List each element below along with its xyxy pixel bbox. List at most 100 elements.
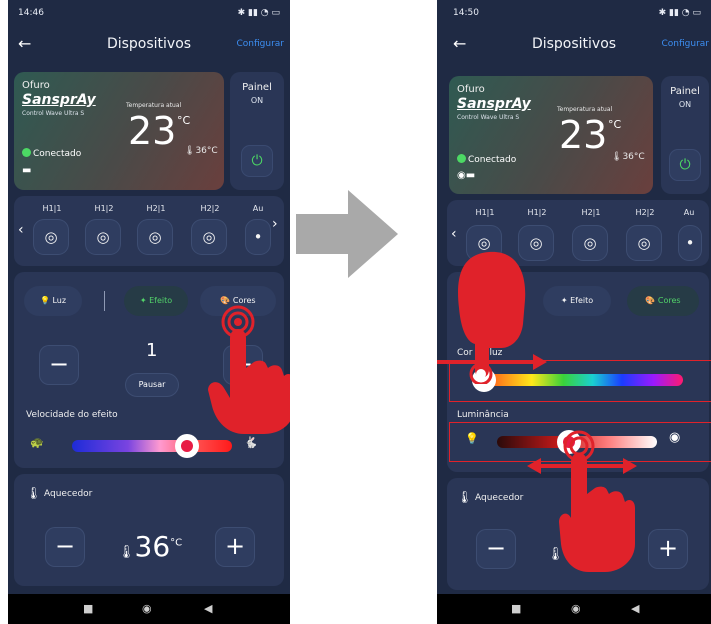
effect-label: Efeito xyxy=(149,296,173,305)
configure-link[interactable]: Configurar xyxy=(662,39,710,49)
mode-button-h2-1[interactable]: ◎ xyxy=(138,220,172,254)
heater-increase-button[interactable]: + xyxy=(216,528,254,566)
panel-label: Painel xyxy=(242,82,272,93)
connected-dot-icon xyxy=(457,154,466,163)
wifi-bathtub-icon: ◉▬ xyxy=(457,170,476,181)
home-icon[interactable]: ◉ xyxy=(142,602,152,615)
heater-label: Aquecedor xyxy=(44,489,93,499)
current-temperature: 23 xyxy=(128,109,177,153)
mode-button-h1-1[interactable]: ◎ xyxy=(34,220,68,254)
mode-label: Au xyxy=(683,208,695,217)
scroll-left-chevron-icon[interactable]: ‹ xyxy=(451,226,457,242)
android-nav-bar: ■ ◉ ◀ xyxy=(8,594,290,624)
pause-button[interactable]: Pausar xyxy=(126,374,178,396)
home-icon[interactable]: ◉ xyxy=(571,602,581,615)
status-icons: ✱ ▮▮ ◔ ▭ xyxy=(237,8,280,18)
mode-button-h1-2[interactable]: ◎ xyxy=(86,220,120,254)
effect-speed-label: Velocidade do efeito xyxy=(26,410,118,420)
effect-speed-slider[interactable] xyxy=(72,440,232,452)
thermometer-icon: 🌡 xyxy=(118,545,135,560)
connected-dot-icon xyxy=(22,148,31,157)
tap-hand-icon xyxy=(208,305,290,434)
device-name: Ofuro xyxy=(457,84,485,95)
connection-status: Conectado xyxy=(22,148,81,159)
status-icons: ✱ ▮▮ ◔ ▭ xyxy=(658,8,701,18)
mode-button-auto[interactable]: • xyxy=(679,226,701,260)
mode-label: H1|1 xyxy=(475,208,495,217)
phone-screen-before: 14:46 ✱ ▮▮ ◔ ▭ ← Dispositivos Configurar… xyxy=(8,0,290,624)
device-card[interactable]: Ofuro SansprAy Control Wave Ultra S Temp… xyxy=(449,76,653,194)
mode-button-h2-1[interactable]: ◎ xyxy=(573,226,607,260)
temperature-label: Temperatura atual xyxy=(126,102,182,109)
swipe-arrow-lower-icon xyxy=(527,458,637,474)
panel-state: ON xyxy=(678,100,692,109)
device-model: Control Wave Ultra S xyxy=(457,114,520,121)
effect-button[interactable]: ✦ Efeito xyxy=(543,286,611,316)
mode-label: H1|2 xyxy=(527,208,547,217)
decrease-button[interactable]: − xyxy=(40,346,78,384)
colors-button[interactable]: 🎨 Cores xyxy=(627,286,699,316)
heater-label: Aquecedor xyxy=(475,493,524,503)
recents-icon[interactable]: ■ xyxy=(511,602,521,615)
power-button[interactable]: ⏻ xyxy=(670,150,700,180)
mode-label: H2|2 xyxy=(635,208,655,217)
light-button[interactable]: 💡 Luz xyxy=(24,286,82,316)
status-time: 14:50 xyxy=(453,8,479,18)
panel-card: Painel ON ⏻ xyxy=(661,76,709,194)
massage-modes-card: H1|1 H1|2 H2|1 H2|2 Au ‹ ◎ ◎ ◎ ◎ • › xyxy=(14,196,284,266)
panel-card: Painel ON ⏻ xyxy=(230,72,284,190)
wave-icon: ◎ xyxy=(202,228,216,246)
top-bar: ← Dispositivos Configurar xyxy=(8,30,290,60)
brand-logo: SansprAy xyxy=(457,96,531,112)
heater-increase-button[interactable]: + xyxy=(649,530,687,568)
light-label: Luz xyxy=(52,296,67,305)
scroll-left-chevron-icon[interactable]: ‹ xyxy=(18,222,24,238)
lightbulb-icon: 💡 xyxy=(39,296,50,305)
heater-number: 36 xyxy=(134,530,171,563)
temperature-unit: °C xyxy=(177,114,191,127)
mode-label: H1|1 xyxy=(42,204,62,213)
top-bar: ← Dispositivos Configurar xyxy=(437,30,711,60)
device-name: Ofuro xyxy=(22,80,50,91)
thermometer-icon: 🌡 xyxy=(457,490,473,504)
effect-counter: 1 xyxy=(146,340,158,361)
panel-label: Painel xyxy=(670,86,700,97)
rabbit-icon: 🐇 xyxy=(244,436,258,449)
thermometer-icon: 🌡 xyxy=(26,486,42,500)
effect-button[interactable]: ✦ Efeito xyxy=(124,286,188,316)
scroll-right-chevron-icon[interactable]: › xyxy=(272,216,278,232)
temperature-unit: °C xyxy=(608,118,622,131)
bathtub-icon: ▬ xyxy=(22,165,32,176)
mode-button-h2-2[interactable]: ◎ xyxy=(192,220,226,254)
mode-label: Au xyxy=(252,204,264,213)
wave-icon: ◎ xyxy=(583,234,597,252)
sparkle-icon: ✦ xyxy=(560,296,568,305)
connection-label: Conectado xyxy=(33,149,82,159)
android-nav-bar: ■ ◉ ◀ xyxy=(437,594,711,624)
setpoint-temperature: 🌡36°C xyxy=(611,152,645,162)
mode-label: H2|1 xyxy=(146,204,166,213)
device-card[interactable]: Ofuro SansprAy Control Wave Ultra S Temp… xyxy=(14,72,224,190)
dot-icon: • xyxy=(685,234,695,252)
status-time: 14:46 xyxy=(18,8,44,18)
phone-screen-after: 14:50 ✱ ▮▮ ◔ ▭ ← Dispositivos Configurar… xyxy=(437,0,711,624)
heater-decrease-button[interactable]: − xyxy=(46,528,84,566)
wave-icon: ◎ xyxy=(44,228,58,246)
setpoint-value: 36°C xyxy=(195,146,218,156)
power-button[interactable]: ⏻ xyxy=(242,146,272,176)
wave-icon: ◎ xyxy=(637,234,651,252)
power-icon: ⏻ xyxy=(251,153,263,169)
brand-logo: SansprAy xyxy=(22,92,96,108)
temperature-label: Temperatura atual xyxy=(557,106,613,113)
status-bar: 14:50 ✱ ▮▮ ◔ ▭ xyxy=(437,0,711,22)
heater-value: 🌡36°C xyxy=(118,530,182,563)
mode-button-auto[interactable]: • xyxy=(246,220,270,254)
mode-button-h2-2[interactable]: ◎ xyxy=(627,226,661,260)
effect-speed-thumb[interactable] xyxy=(175,434,200,458)
configure-link[interactable]: Configurar xyxy=(237,39,285,49)
heater-decrease-button[interactable]: − xyxy=(477,530,515,568)
power-icon: ⏻ xyxy=(679,157,691,173)
recents-icon[interactable]: ■ xyxy=(83,602,93,615)
back-triangle-icon[interactable]: ◀ xyxy=(204,602,212,615)
back-triangle-icon[interactable]: ◀ xyxy=(631,602,639,615)
